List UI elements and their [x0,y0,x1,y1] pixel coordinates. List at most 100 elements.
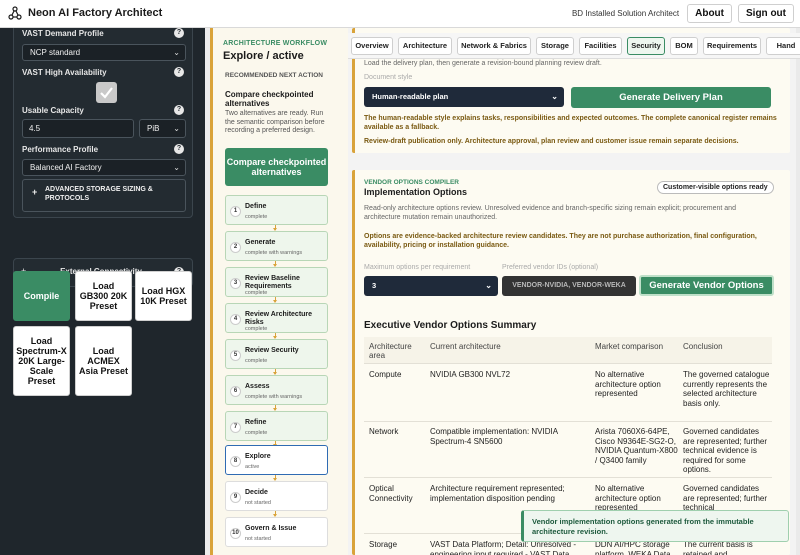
sign-out-button[interactable]: Sign out [738,4,794,23]
document-style-select[interactable]: Human-readable plan ⌄ [364,87,564,107]
help-icon[interactable]: ? [174,28,184,38]
load-spectrum-x-preset-button[interactable]: Load Spectrum-X 20K Large-Scale Preset [13,326,70,396]
max-options-select[interactable]: 3 ⌄ [364,276,498,296]
step-number: 10 [230,528,241,539]
tab-bar: Overview Architecture Network & Fabrics … [348,33,800,59]
step-number: 5 [230,350,241,361]
chevron-down-icon: ⌄ [485,281,492,290]
step-arrow [273,297,277,303]
tab-handover[interactable]: Hand [766,37,800,55]
app-title: Neon AI Factory Architect [28,7,163,19]
tab-requirements[interactable]: Requirements [703,37,761,55]
recommended-title: Compare checkpointed alternatives [225,90,314,108]
compile-button[interactable]: Compile [13,271,70,321]
performance-label: Performance Profile [22,145,99,154]
workflow-step-4[interactable]: 4 Review Architecture Risks complete [225,303,328,333]
step-status: active [245,464,260,470]
advanced-storage-label: ADVANCED STORAGE SIZING & PROTOCOLS [45,186,153,202]
tab-architecture[interactable]: Architecture [398,37,452,55]
step-title: Explore [245,453,271,460]
compare-alternatives-button[interactable]: Compare checkpointed alternatives [225,148,328,186]
tab-overview[interactable]: Overview [351,37,393,55]
workflow-step-1[interactable]: 1 Define complete [225,195,328,225]
workflow-panel: ARCHITECTURE WORKFLOW Explore / active R… [210,28,358,555]
about-button[interactable]: About [687,4,732,23]
brand: Neon AI Factory Architect [8,6,162,20]
step-arrow [273,511,277,517]
workflow-step-5[interactable]: 5 Review Security complete [225,339,328,369]
vendor-eyebrow: VENDOR OPTIONS COMPILER [364,179,459,186]
step-title: Define [245,203,267,210]
help-icon[interactable]: ? [174,105,184,115]
workflow-step-7[interactable]: 7 Refine complete [225,411,328,441]
network-logo-icon [8,6,22,20]
tab-bom[interactable]: BOM [670,37,698,55]
demand-profile-select[interactable]: NCP standard ⌄ [22,44,186,61]
table-cell-current: NVIDIA GB300 NVL72 [430,370,511,379]
tab-security[interactable]: Security [627,37,665,55]
tab-storage[interactable]: Storage [536,37,574,55]
step-title: Review Security [245,347,299,354]
step-number: 4 [230,314,241,325]
options-ready-badge: Customer-visible options ready [657,181,774,194]
step-number: 8 [230,456,241,467]
generate-vendor-options-button[interactable]: Generate Vendor Options [639,275,774,296]
step-number: 3 [230,278,241,289]
review-draft-note: Review-draft publication only. Architect… [364,138,739,145]
step-status: complete [245,358,268,364]
demand-profile-value: NCP standard [30,48,81,57]
document-style-value: Human-readable plan [372,92,449,101]
table-cell-current: Compatible implementation: NVIDIA Spectr… [430,427,558,446]
load-gb300-preset-button[interactable]: Load GB300 20K Preset [75,271,132,321]
step-status: complete [245,326,268,332]
help-icon[interactable]: ? [174,144,184,154]
workflow-step-8[interactable]: 8 Explore active [225,445,328,475]
step-number: 6 [230,386,241,397]
capacity-unit-value: PiB [147,124,160,133]
vendor-title: Implementation Options [364,187,468,197]
preferred-vendors-input[interactable]: VENDOR-NVIDIA, VENDOR-WEKA [502,276,636,296]
advanced-storage-expander[interactable]: + ADVANCED STORAGE SIZING & PROTOCOLS [22,179,186,212]
row-divider [364,363,772,364]
max-options-value: 3 [372,281,377,290]
step-status: complete [245,290,268,296]
step-title: Review Architecture Risks [245,311,313,326]
step-status: not started [245,500,271,506]
step-status: complete with warnings [245,394,303,400]
table-cell-area: Storage [369,540,398,549]
workflow-title: Explore / active [223,50,304,62]
step-number: 9 [230,492,241,503]
generate-delivery-plan-button[interactable]: Generate Delivery Plan [571,87,771,108]
page-scrollbar[interactable] [796,28,800,555]
capacity-input[interactable]: 4.5 [22,119,134,138]
ha-checkbox[interactable] [96,82,117,103]
load-hgx-preset-button[interactable]: Load HGX 10K Preset [135,271,192,321]
capacity-unit-select[interactable]: PiB ⌄ [139,119,186,138]
workflow-step-2[interactable]: 2 Generate complete with warnings [225,231,328,261]
load-acmex-preset-button[interactable]: Load ACMEX Asia Preset [75,326,132,396]
workflow-step-6[interactable]: 6 Assess complete with warnings [225,375,328,405]
step-title: Assess [245,383,270,390]
plus-icon: + [32,187,38,197]
table-cell-market: No alternative architecture option repre… [595,370,661,398]
help-icon[interactable]: ? [174,67,184,77]
max-options-label: Maximum options per requirement [364,264,471,271]
tab-network-fabrics[interactable]: Network & Fabrics [457,37,531,55]
storage-settings-card: VAST Demand Profile ? NCP standard ⌄ VAS… [13,22,193,218]
column-header: Conclusion [683,342,723,351]
workflow-step-10[interactable]: 10 Govern & Issue not started [225,517,328,547]
table-cell-conclusion: Governed candidates are represented; fur… [683,427,768,474]
performance-select[interactable]: Balanced AI Factory ⌄ [22,159,186,176]
table-cell-market: No alternative architecture option repre… [595,484,661,512]
table-cell-conclusion: Governed candidates are represented; fur… [683,484,768,512]
workflow-step-9[interactable]: 9 Decide not started [225,481,328,511]
column-header: Market comparison [595,342,664,351]
column-header: Current architecture [430,342,501,351]
workflow-step-3[interactable]: 3 Review Baseline Requirements complete [225,267,328,297]
tab-facilities[interactable]: Facilities [579,37,622,55]
step-status: complete [245,430,268,436]
workflow-eyebrow: ARCHITECTURE WORKFLOW [223,40,328,47]
row-divider [364,421,772,422]
performance-value: Balanced AI Factory [30,163,102,172]
delivery-note: The human-readable style explains tasks,… [364,115,777,131]
